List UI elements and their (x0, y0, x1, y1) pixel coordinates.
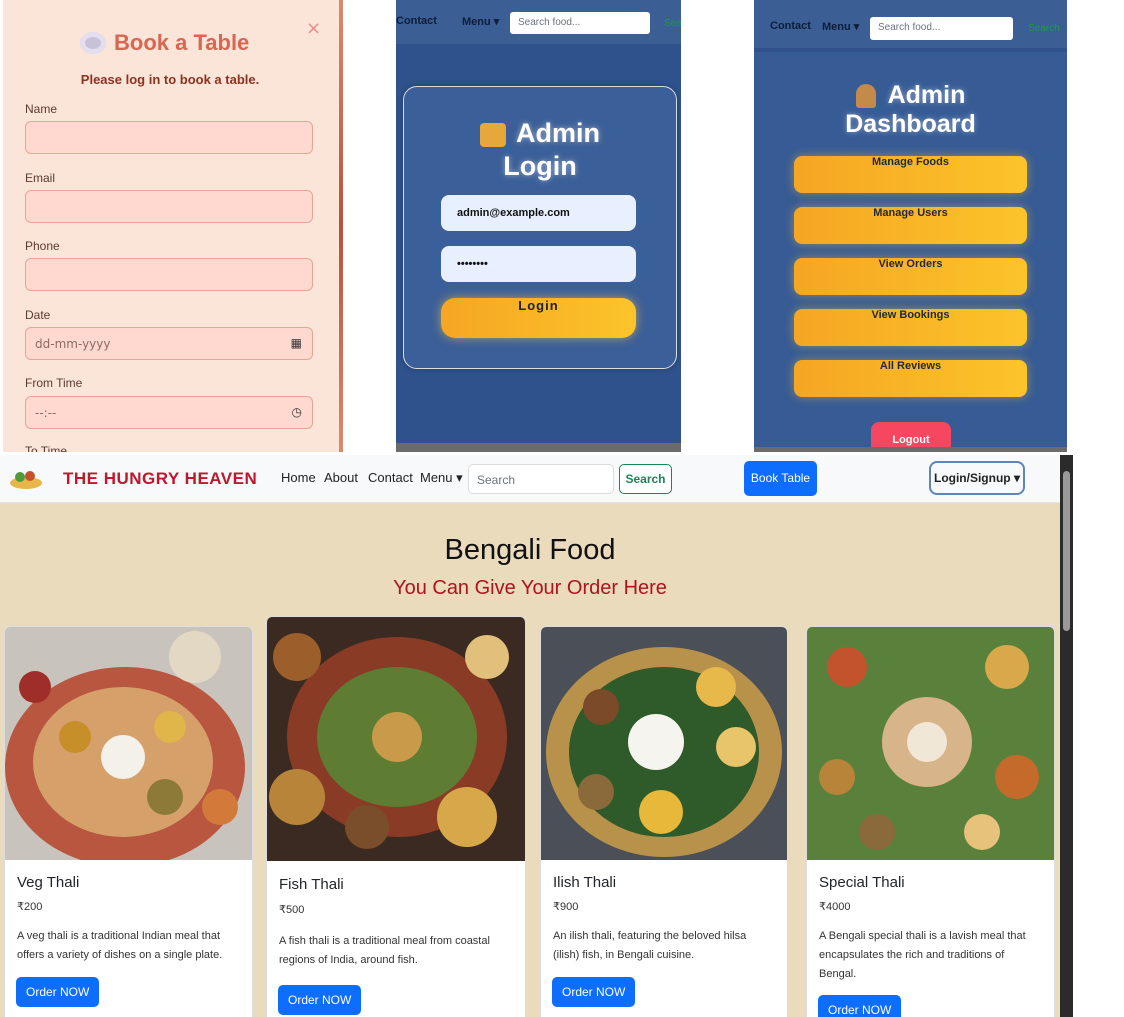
date-label: Date (25, 308, 51, 322)
phone-label: Phone (25, 239, 60, 253)
from-time-label: From Time (25, 376, 83, 390)
food-card: Fish Thali ₹500 A fish thali is a tradit… (266, 616, 526, 1017)
search-input[interactable]: Search food... (870, 17, 1013, 40)
order-now-button[interactable]: Order NOW (278, 985, 362, 1015)
dashboard-title-line2: Dashboard (845, 110, 976, 138)
date-field[interactable]: dd-mm-yyyy ▦ (25, 327, 313, 360)
card-description: A veg thali is a traditional Indian meal… (17, 930, 223, 961)
calendar-icon[interactable]: ▦ (291, 336, 302, 350)
dashboard-title: Admin (754, 80, 1067, 110)
view-bookings-button[interactable]: View Bookings (794, 309, 1027, 346)
order-now-button[interactable]: Order NOW (552, 977, 636, 1007)
scrollbar[interactable] (1060, 455, 1073, 1017)
from-time-field[interactable]: --:-- ◷ (25, 396, 313, 429)
food-card: Special Thali ₹4000 A Bengali special th… (806, 626, 1055, 1017)
admin-login-screen: Contact Menu ▾ Search food... Search Adm… (396, 0, 681, 452)
bengali-food-page: THE HUNGRY HEAVEN Home About Contact Men… (0, 455, 1073, 1017)
food-card: Veg Thali ₹200 A veg thali is a traditio… (4, 626, 253, 1017)
login-title-line2: Login (503, 151, 577, 181)
login-signup-dropdown[interactable]: Login/Signup ▾ (929, 461, 1025, 495)
lock-icon (480, 122, 506, 147)
manage-users-button[interactable]: Manage Users (794, 207, 1027, 244)
plate-icon (80, 32, 106, 54)
admin-person-icon (855, 84, 876, 109)
search-button[interactable]: Search (619, 464, 672, 494)
mini-navbar: Contact Menu ▾ Search food... Search (396, 0, 681, 44)
nav-contact[interactable]: Contact (368, 470, 413, 485)
date-field-value: dd-mm-yyyy (35, 337, 111, 351)
special-thali-image (807, 627, 1054, 860)
email-field[interactable] (25, 190, 313, 223)
login-required-message: Please log in to book a table. (80, 72, 260, 87)
card-price: ₹500 (279, 904, 305, 916)
login-title: Admin (404, 117, 676, 149)
search-input[interactable]: Search food... (510, 12, 650, 34)
book-table-button[interactable]: Book Table (744, 461, 817, 496)
name-field[interactable] (25, 121, 313, 154)
email-input[interactable]: admin@example.com (441, 195, 636, 231)
search-button[interactable]: Search (1028, 23, 1060, 34)
admin-dashboard-screen: Contact Menu ▾ Search food... Search Adm… (754, 0, 1067, 452)
navbar: THE HUNGRY HEAVEN Home About Contact Men… (0, 455, 1060, 503)
email-label: Email (25, 171, 56, 185)
card-title: Veg Thali (17, 874, 80, 891)
card-title: Fish Thali (279, 876, 344, 893)
card-price: ₹200 (17, 901, 43, 913)
order-now-button[interactable]: Order NOW (818, 995, 902, 1017)
search-input[interactable]: Search (468, 464, 614, 494)
to-time-label: To Time (25, 444, 68, 452)
nav-link-menu[interactable]: Menu ▾ (822, 20, 859, 33)
nav-home[interactable]: Home (281, 470, 316, 485)
nav-menu-dropdown[interactable]: Menu ▾ (420, 470, 463, 486)
ilish-thali-image (541, 627, 787, 860)
all-reviews-button[interactable]: All Reviews (794, 360, 1027, 397)
scrollbar-thumb[interactable] (1063, 471, 1070, 631)
modal-edge (339, 0, 343, 452)
order-now-button[interactable]: Order NOW (16, 977, 100, 1007)
manage-foods-button[interactable]: Manage Foods (794, 156, 1027, 193)
card-description: A Bengali special thali is a lavish meal… (819, 930, 1026, 980)
card-price: ₹900 (553, 901, 579, 913)
card-description: A fish thali is a traditional meal from … (279, 935, 490, 966)
brand-name[interactable]: THE HUNGRY HEAVEN (63, 469, 257, 489)
card-title: Special Thali (819, 874, 905, 891)
nav-link-contact[interactable]: Contact (396, 15, 437, 27)
bottom-bar (396, 443, 681, 452)
close-icon[interactable]: × (306, 18, 321, 39)
page-subtitle: You Can Give Your Order Here (393, 577, 667, 599)
veg-thali-image (5, 627, 252, 860)
fish-thali-image (267, 617, 525, 861)
mini-navbar: Contact Menu ▾ Search food... Search (754, 0, 1067, 48)
nav-link-menu[interactable]: Menu ▾ (462, 15, 499, 28)
from-time-value: --:-- (35, 406, 57, 420)
search-button[interactable]: Search (664, 18, 681, 29)
login-title-line1: Admin (516, 118, 600, 148)
nav-about[interactable]: About (324, 470, 358, 485)
name-label: Name (25, 102, 58, 116)
food-card: Ilish Thali ₹900 An ilish thali, featuri… (540, 626, 788, 1017)
password-input[interactable]: •••••••• (441, 246, 636, 282)
bottom-bar (754, 447, 1067, 452)
card-description: An ilish thali, featuring the beloved hi… (553, 930, 747, 961)
nav-link-contact[interactable]: Contact (770, 20, 811, 32)
login-button[interactable]: Login (441, 298, 636, 338)
book-table-modal: × Book a Table Please log in to book a t… (0, 0, 343, 452)
modal-title-text: Book a Table (114, 30, 250, 55)
dashboard-title-line1: Admin (887, 81, 966, 109)
card-price: ₹4000 (819, 901, 851, 913)
modal-title: Book a Table (80, 30, 249, 56)
restaurant-logo[interactable] (8, 467, 44, 491)
page-title: Bengali Food (444, 534, 616, 566)
clock-icon[interactable]: ◷ (292, 405, 302, 419)
view-orders-button[interactable]: View Orders (794, 258, 1027, 295)
phone-field[interactable] (25, 258, 313, 291)
card-title: Ilish Thali (553, 874, 617, 891)
